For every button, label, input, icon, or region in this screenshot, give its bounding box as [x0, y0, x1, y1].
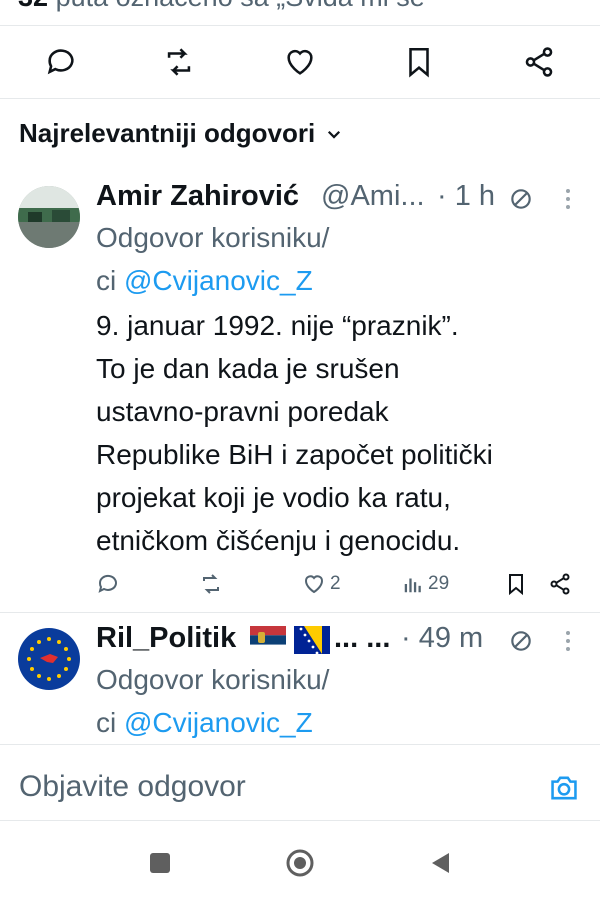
reply-text: 9. januar 1992. nije “praznik”. To je da… — [96, 304, 576, 562]
share-button[interactable] — [548, 572, 572, 596]
more-icon[interactable] — [556, 184, 580, 214]
reply-to-line: Odgovor korisniku/ ci @Cvijanovic_Z — [96, 216, 329, 302]
camera-icon[interactable] — [546, 772, 582, 804]
author-name[interactable]: Amir Zahirović — [96, 180, 299, 213]
share-icon — [525, 47, 553, 77]
heart-icon — [287, 49, 313, 75]
like-button[interactable] — [282, 44, 318, 80]
nav-home-icon[interactable] — [280, 848, 320, 878]
eu-flag-avatar — [18, 628, 80, 690]
likes-count-label: puta označeno sa „Sviđa mi se“ — [56, 0, 434, 12]
replies-sort-label: Najrelevantniji odgovori — [19, 118, 316, 148]
replies-sort-selector[interactable]: Najrelevantniji odgovori — [19, 118, 343, 149]
author-handle[interactable]: @Ami... — [321, 180, 425, 213]
reply-time: · 49 m — [401, 622, 484, 654]
bookmark-button[interactable] — [401, 44, 437, 80]
likes-count: 32 — [18, 0, 48, 12]
bookmark-button[interactable] — [504, 572, 528, 596]
bookmark-icon — [409, 47, 429, 78]
reply-to-prefix: Odgovor korisniku/ — [96, 222, 330, 253]
nav-back-icon[interactable] — [420, 848, 460, 878]
reply-button[interactable] — [43, 44, 79, 80]
comment-icon — [47, 49, 74, 75]
views-icon — [404, 578, 421, 593]
serbia-flag-icon — [250, 626, 286, 654]
views-count: 29 — [428, 573, 450, 594]
reply-to-line: Odgovor korisniku/ ci @Cvijanovic_Z — [96, 658, 329, 744]
avatar[interactable] — [18, 186, 80, 248]
retweet-icon — [167, 48, 191, 76]
reply-button[interactable] — [96, 572, 120, 596]
composer-bottom-divider — [0, 820, 600, 821]
avatar[interactable] — [18, 628, 80, 690]
reply-text-line: etničkom čišćenju i genocidu. — [96, 525, 461, 556]
clock-icon — [506, 626, 536, 656]
reply-time: · 1 h — [437, 180, 496, 212]
author-name[interactable]: Ril_Politik — [96, 622, 236, 655]
reply-text-line: Republike BiH i započet politički — [96, 439, 493, 470]
avatar-photo — [18, 186, 80, 248]
reply-divider — [0, 612, 600, 613]
reply-to-prefix-2: ci — [96, 707, 124, 738]
like-count: 2 — [330, 573, 341, 594]
heart-icon — [305, 575, 323, 594]
share-button[interactable] — [521, 44, 557, 80]
clock-icon — [506, 184, 536, 214]
mention-link[interactable]: @Cvijanovic_Z — [124, 265, 313, 296]
nav-square-icon[interactable] — [140, 848, 180, 878]
views-button[interactable]: 29 — [402, 572, 449, 596]
composer-divider — [0, 744, 600, 745]
more-icon[interactable] — [556, 626, 580, 656]
retweet-button[interactable] — [161, 44, 197, 80]
mention-link[interactable]: @Cvijanovic_Z — [124, 707, 313, 738]
reply-text-line: To je dan kada je srušen — [96, 353, 400, 384]
likes-count-line: 32 puta označeno sa „Sviđa mi se“ — [18, 0, 434, 13]
reply-to-prefix: Odgovor korisniku/ — [96, 664, 330, 695]
share-icon — [550, 573, 570, 595]
reply-text-line: 9. januar 1992. nije “praznik”. — [96, 310, 459, 341]
reply-text-line: projekat koji je vodio ka ratu, — [96, 482, 451, 513]
reply-to-prefix-2: ci — [96, 265, 124, 296]
tweet-action-bar — [0, 25, 600, 99]
comment-icon — [98, 574, 117, 593]
reply-text-line: ustavno-pravni poredak — [96, 396, 389, 427]
bookmark-icon — [509, 574, 523, 596]
bosnia-flag-icon — [294, 626, 330, 654]
like-button[interactable]: 2 — [302, 572, 341, 596]
chevron-down-icon — [328, 130, 341, 139]
retweet-button[interactable] — [199, 572, 223, 596]
reply-input[interactable]: Objavite odgovor — [19, 770, 246, 804]
retweet-icon — [203, 574, 219, 594]
author-name-truncated: ... ... — [334, 622, 391, 654]
